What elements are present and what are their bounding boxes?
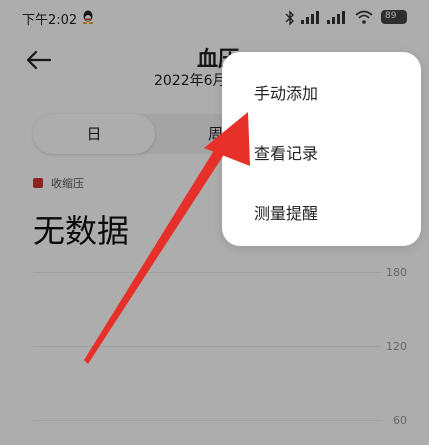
popup-menu: 手动添加 查看记录 测量提醒	[222, 52, 421, 246]
menu-item-manual-add[interactable]: 手动添加	[254, 80, 318, 104]
menu-item-measure-reminder[interactable]: 测量提醒	[254, 200, 318, 224]
menu-item-view-records[interactable]: 查看记录	[254, 140, 318, 164]
